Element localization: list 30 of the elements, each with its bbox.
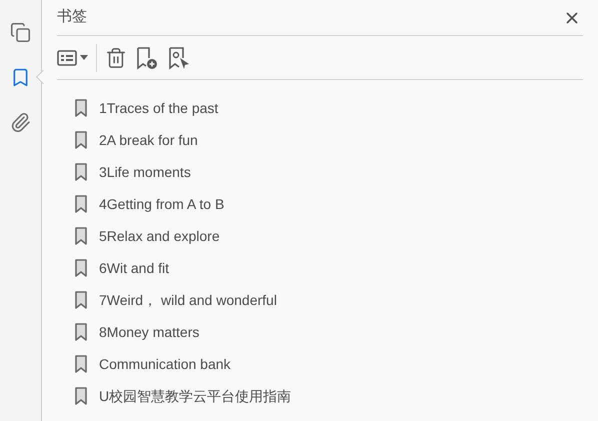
paperclip-icon	[10, 112, 31, 132]
bookmark-icon	[75, 291, 87, 309]
bookmark-icon	[75, 163, 87, 181]
bookmark-icon	[75, 323, 87, 341]
bookmark-icon	[75, 99, 87, 117]
bookmark-item[interactable]: 6Wit and fit	[99, 258, 170, 278]
list-icon	[57, 50, 77, 66]
bookmark-item[interactable]: Communication bank	[99, 354, 231, 374]
bookmark-icon	[75, 131, 87, 149]
caret-icon	[80, 55, 88, 60]
bookmark-icon	[75, 355, 87, 373]
bookmark-item[interactable]: 5Relax and explore	[99, 226, 220, 246]
bookmark-item[interactable]: 8Money matters	[99, 322, 200, 342]
add-bookmark-button[interactable]	[135, 46, 159, 70]
bookmark-item[interactable]: 7Weird， wild and wonderful	[99, 290, 277, 310]
bookmark-icon	[75, 195, 87, 213]
bookmark-icon	[75, 387, 87, 405]
bookmark-icon	[75, 227, 87, 245]
bookmark-icon	[75, 259, 87, 277]
delete-button[interactable]	[105, 46, 127, 68]
bookmark-item[interactable]: 2A break for fun	[99, 130, 198, 150]
bookmark-cursor-button[interactable]	[167, 46, 191, 70]
bookmark-item[interactable]: U校园智慧教学云平台使用指南	[99, 386, 292, 406]
options-dropdown-button[interactable]	[57, 50, 88, 66]
pages-icon	[10, 22, 31, 42]
bookmark-item[interactable]: 1Traces of the past	[99, 98, 218, 118]
panel-title: 书签	[57, 7, 87, 28]
bookmark-item[interactable]: 3Life moments	[99, 162, 191, 182]
trash-icon	[105, 46, 127, 68]
bookmark-item[interactable]: 4Getting from A to B	[99, 194, 224, 214]
